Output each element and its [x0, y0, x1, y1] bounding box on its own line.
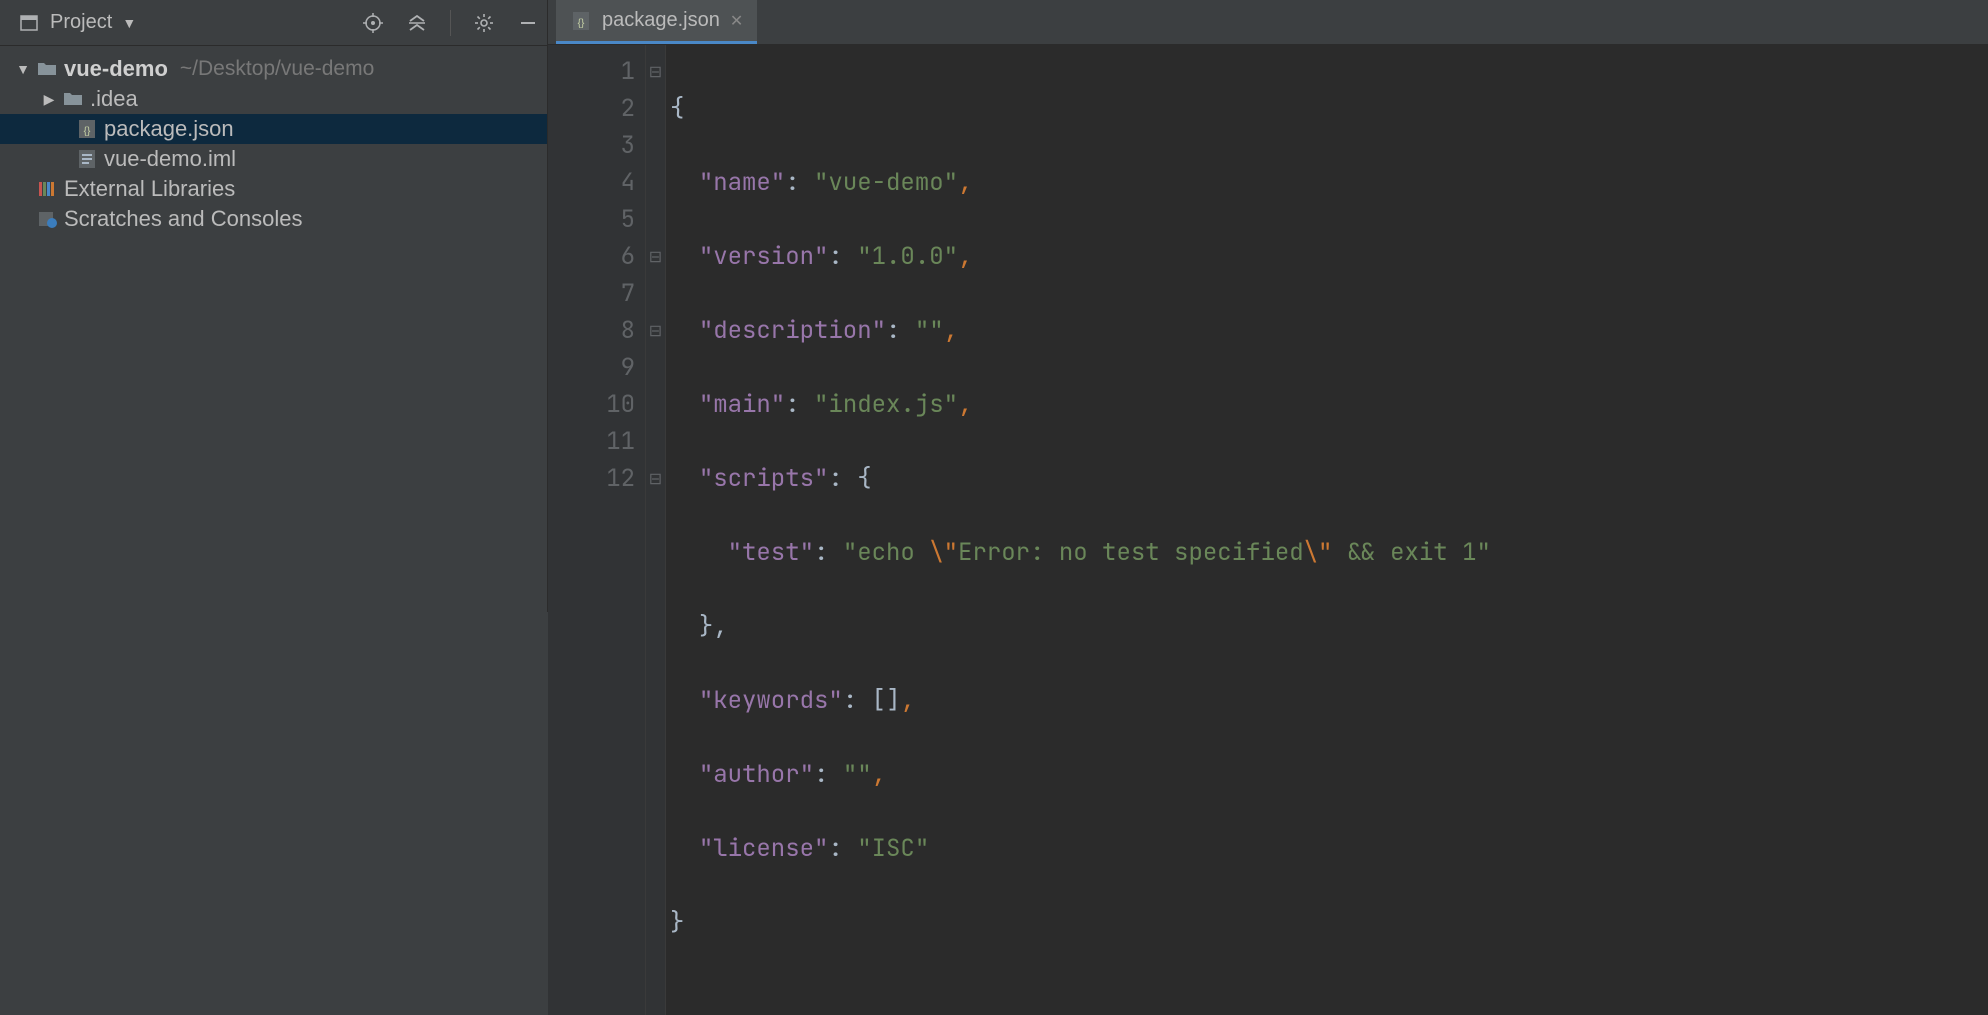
code-content[interactable]: { "name": "vue-demo", "version": "1.0.0"… [666, 45, 1491, 1015]
folder-icon [62, 88, 84, 110]
line-number: 11 [548, 423, 635, 460]
line-number: 7 [548, 275, 635, 312]
gear-icon[interactable] [473, 12, 495, 34]
editor-tab-package-json[interactable]: {} package.json ✕ [556, 0, 757, 44]
tree-path: ~/Desktop/vue-demo [180, 57, 374, 81]
line-number: 4 [548, 164, 635, 201]
project-icon [18, 12, 40, 34]
line-number: 1 [548, 53, 635, 90]
line-number: 2 [548, 90, 635, 127]
gutter[interactable]: 1 2 3 4 5 6 7 8 9 10 11 12 [548, 45, 646, 1015]
tool-title-text: Project [50, 11, 112, 34]
folder-icon [36, 58, 58, 80]
tree-label: External Libraries [64, 176, 235, 202]
project-tree[interactable]: ▼ vue-demo ~/Desktop/vue-demo ▶ .idea {}… [0, 46, 547, 234]
tree-external-libraries[interactable]: External Libraries [0, 174, 547, 204]
tab-label: package.json [602, 9, 720, 32]
fold-start-icon[interactable]: ⊟ [646, 53, 665, 90]
scratches-icon [36, 208, 58, 230]
libraries-icon [36, 178, 58, 200]
code-editor[interactable]: 1 2 3 4 5 6 7 8 9 10 11 12 ⊟ ⊟ ⊟ ⊟ { "na… [548, 45, 1988, 1015]
hide-icon[interactable] [517, 12, 539, 34]
divider [450, 10, 451, 36]
chevron-down-icon: ▼ [16, 61, 30, 77]
svg-text:{}: {} [578, 18, 585, 29]
tree-scratches[interactable]: Scratches and Consoles [0, 204, 547, 234]
tree-label: Scratches and Consoles [64, 206, 302, 232]
tree-folder-idea[interactable]: ▶ .idea [0, 84, 547, 114]
line-number: 5 [548, 201, 635, 238]
chevron-down-icon: ▼ [122, 15, 136, 31]
svg-text:{}: {} [84, 126, 91, 137]
tree-file-iml[interactable]: vue-demo.iml [0, 144, 547, 174]
line-number: 12 [548, 460, 635, 497]
close-icon[interactable]: ✕ [730, 11, 743, 31]
editor-tabbar: {} package.json ✕ [548, 0, 1988, 45]
fold-end-icon[interactable]: ⊟ [646, 312, 665, 349]
tool-header: Project ▼ [0, 0, 547, 46]
fold-start-icon[interactable]: ⊟ [646, 238, 665, 275]
fold-column[interactable]: ⊟ ⊟ ⊟ ⊟ [646, 45, 666, 1015]
tree-root[interactable]: ▼ vue-demo ~/Desktop/vue-demo [0, 54, 547, 84]
tree-label: vue-demo.iml [104, 146, 236, 172]
fold-end-icon[interactable]: ⊟ [646, 460, 665, 497]
tree-file-package-json[interactable]: {} package.json [0, 114, 547, 144]
line-number: 6 [548, 238, 635, 275]
collapse-all-icon[interactable] [406, 12, 428, 34]
project-view-selector[interactable]: Project ▼ [18, 11, 136, 34]
json-file-icon: {} [76, 118, 98, 140]
line-number: 3 [548, 127, 635, 164]
line-number: 8 [548, 312, 635, 349]
chevron-right-icon: ▶ [42, 91, 56, 108]
editor-area: {} package.json ✕ 1 2 3 4 5 6 7 8 9 10 1… [548, 0, 1988, 612]
locate-icon[interactable] [362, 12, 384, 34]
tree-label: package.json [104, 116, 234, 142]
project-tool-window: Project ▼ ▼ vue-demo ~/Desk [0, 0, 548, 612]
tree-label: .idea [90, 86, 138, 112]
line-number: 10 [548, 386, 635, 423]
line-number: 9 [548, 349, 635, 386]
tree-label: vue-demo [64, 56, 168, 82]
json-file-icon: {} [570, 10, 592, 32]
file-icon [76, 148, 98, 170]
